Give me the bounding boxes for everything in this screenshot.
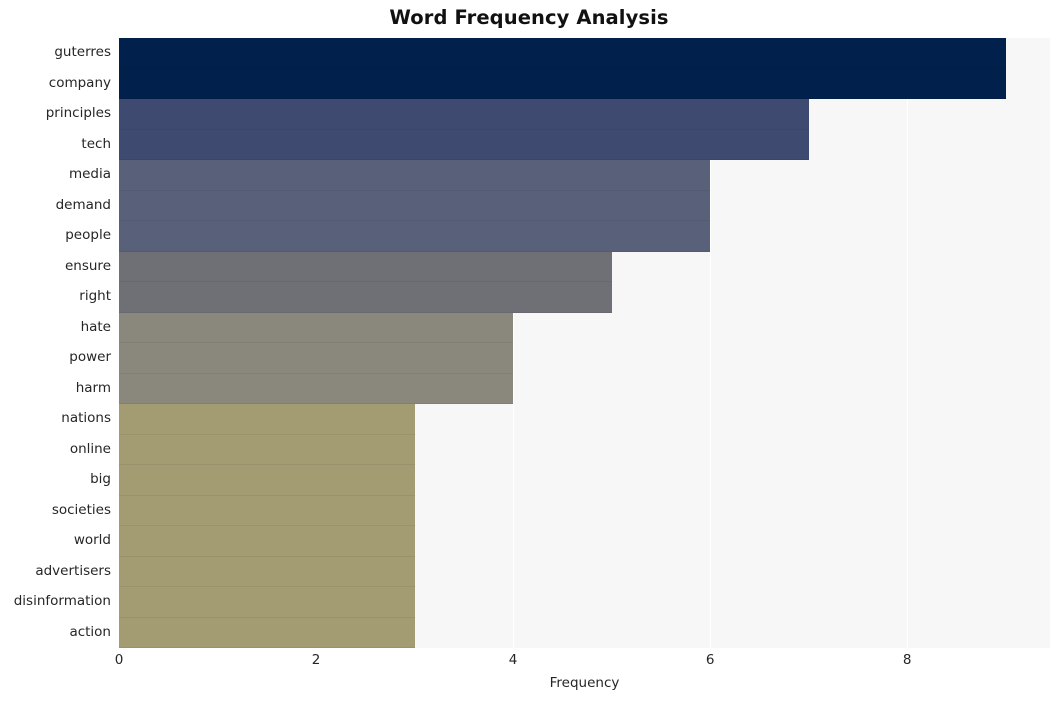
bar-row[interactable] [119,190,1050,221]
y-tick-label-principles: principles [45,105,111,122]
bar-row[interactable] [119,282,1050,313]
bar-disinformation[interactable] [119,587,415,618]
y-axis-tick-labels: guterres company principles tech media demand… [0,38,111,648]
y-tick-label-big: big [90,471,111,488]
bar-row[interactable] [119,221,1050,252]
x-tick-label-6: 6 [705,652,715,668]
bar-row[interactable] [119,495,1050,526]
y-tick-label-ensure: ensure [64,257,111,274]
bar-right[interactable] [119,282,612,313]
bar-row[interactable] [119,99,1050,130]
chart-title: Word Frequency Analysis [389,6,669,29]
bar-row[interactable] [119,526,1050,557]
bar-big[interactable] [119,465,415,496]
bar-power[interactable] [119,343,514,374]
bar-principles[interactable] [119,99,809,130]
y-tick-label-world: world [73,532,111,549]
y-tick-label-hate: hate [80,318,111,335]
y-tick-label-demand: demand [55,196,111,213]
bar-row[interactable] [119,465,1050,496]
bar-series [119,38,1050,648]
bar-demand[interactable] [119,190,711,221]
x-axis-title: Frequency [549,675,620,691]
y-tick-label-company: company [48,74,111,91]
bar-row[interactable] [119,343,1050,374]
y-tick-label-guterres: guterres [54,44,111,61]
bar-guterres[interactable] [119,38,1006,69]
y-tick-label-tech: tech [81,135,111,152]
bar-advertisers[interactable] [119,556,415,587]
y-tick-label-harm: harm [75,379,111,396]
y-tick-label-advertisers: advertisers [35,562,111,579]
bar-row[interactable] [119,251,1050,282]
y-tick-label-action: action [69,623,111,640]
bar-row[interactable] [119,404,1050,435]
bar-row[interactable] [119,129,1050,160]
plot-area [119,38,1050,648]
bar-row[interactable] [119,68,1050,99]
bar-underline [119,647,415,648]
x-axis-tick-labels: 0 2 4 6 8 [0,652,1058,674]
bar-nations[interactable] [119,404,415,435]
y-tick-label-disinformation: disinformation [13,593,111,610]
bar-world[interactable] [119,526,415,557]
bar-hate[interactable] [119,312,514,343]
bar-row[interactable] [119,587,1050,618]
bar-company[interactable] [119,68,1006,99]
bar-ensure[interactable] [119,251,612,282]
bar-row[interactable] [119,556,1050,587]
bar-societies[interactable] [119,495,415,526]
x-tick-label-2: 2 [311,652,321,668]
x-tick-label-8: 8 [902,652,912,668]
y-tick-label-people: people [65,227,111,244]
y-tick-label-online: online [69,440,111,457]
x-tick-label-0: 0 [114,652,124,668]
y-tick-label-power: power [69,349,111,366]
bar-action[interactable] [119,617,415,648]
bar-media[interactable] [119,160,711,191]
bar-online[interactable] [119,434,415,465]
bar-row[interactable] [119,38,1050,69]
bar-row[interactable] [119,617,1050,648]
y-tick-label-media: media [68,166,111,183]
y-tick-label-right: right [79,288,111,305]
y-tick-label-nations: nations [61,410,111,427]
bar-row[interactable] [119,434,1050,465]
chart-figure: Word Frequency Analysis guterres company p… [0,0,1058,701]
y-tick-label-societies: societies [51,501,111,518]
bar-row[interactable] [119,160,1050,191]
bar-row[interactable] [119,373,1050,404]
bar-row[interactable] [119,312,1050,343]
x-tick-label-4: 4 [508,652,518,668]
bar-people[interactable] [119,221,711,252]
bar-harm[interactable] [119,373,514,404]
bar-tech[interactable] [119,129,809,160]
